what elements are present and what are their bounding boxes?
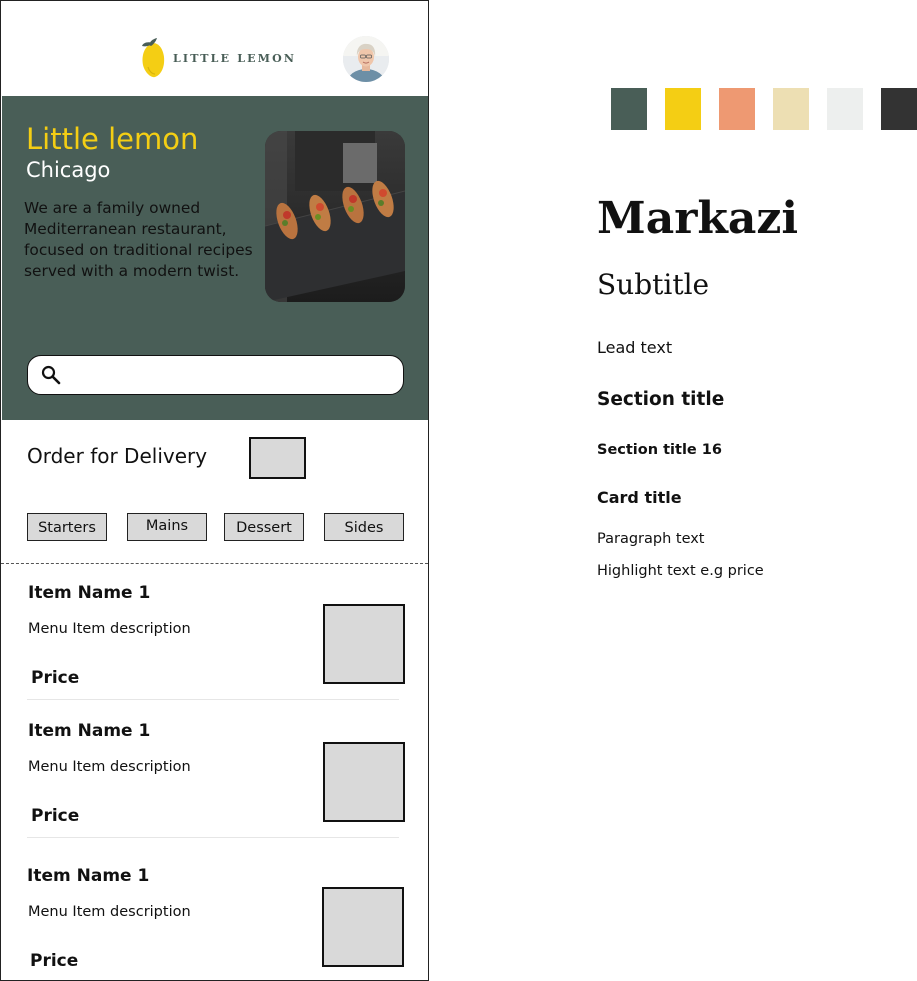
menu-item-price: Price bbox=[31, 668, 80, 688]
menu-item-description: Menu Item description bbox=[28, 621, 191, 637]
search-icon bbox=[41, 365, 61, 385]
menu-item-image[interactable] bbox=[323, 604, 405, 684]
hero-description: We are a family owned Mediterranean rest… bbox=[24, 199, 253, 280]
logo-text: LITTLE LEMON bbox=[173, 51, 297, 65]
category-sides[interactable]: Sides bbox=[324, 513, 404, 541]
color-swatch-highlight-dark bbox=[881, 88, 917, 130]
menu-item-price: Price bbox=[31, 806, 80, 826]
category-dessert[interactable]: Dessert bbox=[224, 513, 304, 541]
menu-item-description: Menu Item description bbox=[28, 759, 191, 775]
typography-paragraph-text: Paragraph text bbox=[597, 531, 705, 547]
typography-highlight-text: Highlight text e.g price bbox=[597, 563, 764, 579]
category-starters[interactable]: Starters bbox=[27, 513, 107, 541]
category-mains[interactable]: Mains bbox=[127, 513, 207, 541]
color-swatch-secondary-peach bbox=[773, 88, 809, 130]
hero-image bbox=[265, 131, 405, 302]
divider bbox=[1, 563, 428, 564]
user-avatar[interactable] bbox=[343, 36, 389, 82]
search-bar[interactable] bbox=[27, 355, 404, 395]
menu-item-name[interactable]: Item Name 1 bbox=[27, 865, 149, 887]
menu-item-image[interactable] bbox=[322, 887, 404, 967]
menu-item-name[interactable]: Item Name 1 bbox=[28, 582, 150, 604]
hero-city: Chicago bbox=[26, 158, 111, 182]
hero-title: Little lemon bbox=[26, 122, 199, 156]
typography-card-title: Card title bbox=[597, 488, 682, 507]
search-input[interactable] bbox=[72, 360, 396, 390]
lemon-logo-icon bbox=[139, 37, 167, 79]
app-header: LITTLE LEMON bbox=[1, 1, 428, 96]
menu-item-name[interactable]: Item Name 1 bbox=[28, 720, 150, 742]
menu-item-price: Price bbox=[30, 951, 79, 971]
hero-section: Little lemon Chicago We are a family own… bbox=[2, 96, 428, 420]
order-title: Order for Delivery bbox=[27, 444, 208, 468]
typography-lead-text: Lead text bbox=[597, 338, 673, 357]
color-swatch-primary-yellow bbox=[665, 88, 701, 130]
logo[interactable]: LITTLE LEMON bbox=[139, 37, 296, 79]
menu-item-description: Menu Item description bbox=[28, 904, 191, 920]
phone-frame: LITTLE LEMON Little lemon Chicago We are… bbox=[0, 0, 429, 981]
item-separator bbox=[27, 837, 399, 838]
color-swatch-secondary-salmon bbox=[719, 88, 755, 130]
typography-display: Markazi bbox=[597, 193, 799, 244]
menu-item-image[interactable] bbox=[323, 742, 405, 822]
color-swatch-highlight-light bbox=[827, 88, 863, 130]
order-placeholder-box[interactable] bbox=[249, 437, 306, 479]
color-swatch-primary-green bbox=[611, 88, 647, 130]
typography-section-title: Section title bbox=[597, 389, 725, 410]
typography-subtitle: Subtitle bbox=[597, 268, 710, 301]
typography-section-title-16: Section title 16 bbox=[597, 442, 722, 458]
item-separator bbox=[27, 699, 399, 700]
